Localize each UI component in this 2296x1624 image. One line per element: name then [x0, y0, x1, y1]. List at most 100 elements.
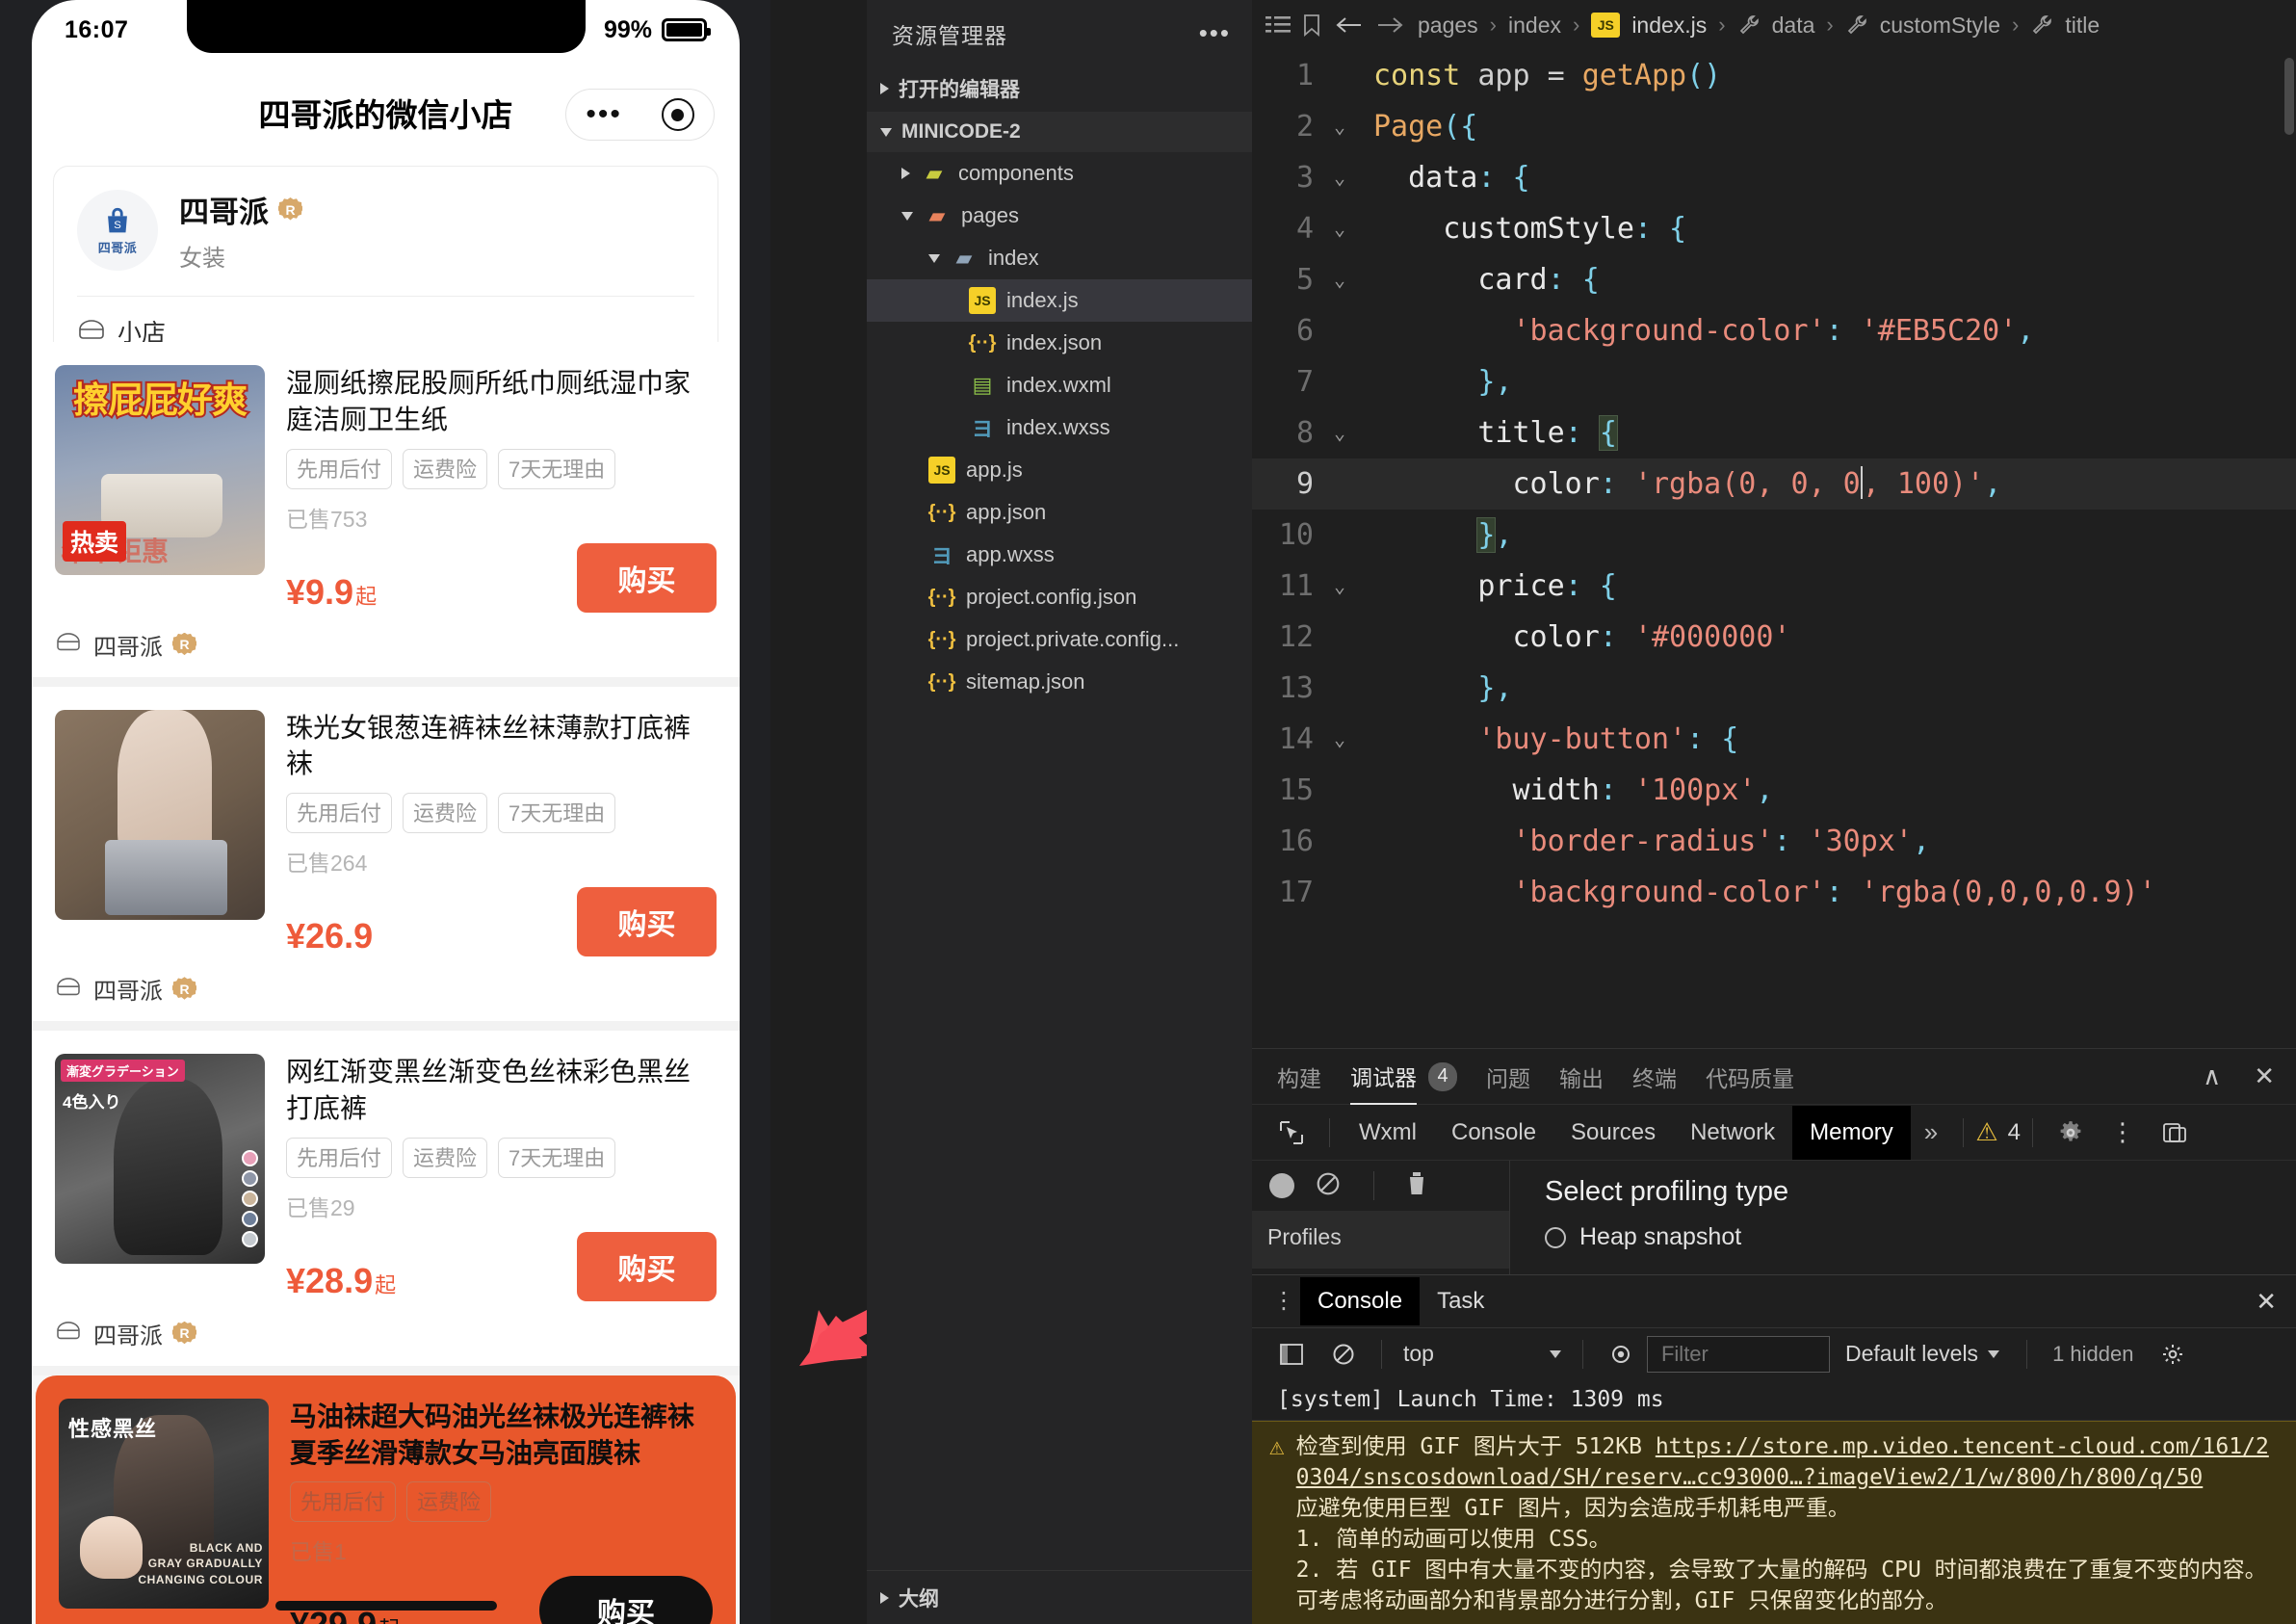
sidebar-icon[interactable]: [1265, 1343, 1318, 1365]
shop-card[interactable]: S 四哥派 四哥派 R 女装 小店: [53, 166, 718, 369]
code-line[interactable]: 4 ⌄ customStyle: {: [1252, 203, 2296, 254]
fold-toggle-icon[interactable]: [1321, 816, 1358, 867]
no-entry-icon[interactable]: [1316, 1171, 1341, 1201]
devtools-tab-memory[interactable]: Memory: [1792, 1105, 1911, 1160]
warning-indicator[interactable]: ⚠ 4: [1975, 1117, 2021, 1147]
code-line[interactable]: 8 ⌄ title: {: [1252, 407, 2296, 458]
trash-icon[interactable]: [1407, 1171, 1426, 1201]
log-levels-selector[interactable]: Default levels: [1830, 1341, 2015, 1367]
product-list[interactable]: 擦屁屁好爽 年中钜惠 热卖 湿厕纸擦屁股厕所纸巾厕纸湿巾家庭洁厕卫生纸 先用后付…: [32, 342, 740, 1624]
code-line[interactable]: 12 color: '#000000': [1252, 612, 2296, 663]
product-card-highlighted[interactable]: 性感黑丝 BLACK AND GRAY GRADUALLY CHANGING COL…: [36, 1375, 736, 1624]
dock-icon[interactable]: [2149, 1121, 2201, 1144]
tree-item-project-private-config[interactable]: {··} project.private.config...: [867, 618, 1252, 661]
fold-toggle-icon[interactable]: [1321, 305, 1358, 356]
fold-toggle-icon[interactable]: [1321, 50, 1358, 101]
tab-problems[interactable]: 问题: [1486, 1049, 1530, 1105]
tree-item-index-wxml[interactable]: ▤ index.wxml: [867, 364, 1252, 406]
arrow-right-icon[interactable]: [1375, 13, 1406, 37]
product-thumbnail[interactable]: 漸変グラデーション 4色入り: [55, 1054, 265, 1265]
devtools-tab-network[interactable]: Network: [1673, 1113, 1792, 1152]
fold-toggle-icon[interactable]: ⌄: [1321, 714, 1358, 765]
buy-button[interactable]: 购买: [577, 542, 717, 613]
fold-toggle-icon[interactable]: ⌄: [1321, 407, 1358, 458]
breadcrumb[interactable]: pages › index › JS index.js › data › cus…: [1252, 0, 2296, 50]
code-line[interactable]: 17 'background-color': 'rgba(0,0,0,0.9)': [1252, 867, 2296, 918]
fold-toggle-icon[interactable]: ⌄: [1321, 561, 1358, 612]
gear-icon[interactable]: [2147, 1343, 2199, 1366]
breadcrumb-data[interactable]: data: [1772, 13, 1815, 39]
product-title[interactable]: 珠光女银葱连裤袜丝袜薄款打底裤袜: [286, 710, 717, 783]
code-editor[interactable]: pages › index › JS index.js › data › cus…: [1252, 0, 2296, 1048]
gear-icon[interactable]: [2045, 1120, 2097, 1145]
fold-toggle-icon[interactable]: [1321, 612, 1358, 663]
devtools-tab-console[interactable]: Console: [1434, 1113, 1553, 1152]
fold-toggle-icon[interactable]: ⌄: [1321, 254, 1358, 305]
tab-build[interactable]: 构建: [1277, 1049, 1321, 1105]
product-title[interactable]: 湿厕纸擦屁股厕所纸巾厕纸湿巾家庭洁厕卫生纸: [286, 365, 717, 438]
fold-toggle-icon[interactable]: ⌄: [1321, 152, 1358, 203]
code-line[interactable]: 10 },: [1252, 510, 2296, 561]
code-content[interactable]: 1 const app = getApp() 2 ⌄ Page({3 ⌄ data: {4…: [1252, 50, 2296, 1048]
fold-toggle-icon[interactable]: ⌄: [1321, 101, 1358, 152]
console-messages[interactable]: [system] Launch Time: 1309 ms ⚠ 检查到使用 GI…: [1252, 1379, 2296, 1624]
code-line[interactable]: 9 color: 'rgba(0, 0, 0, 100)',: [1252, 458, 2296, 510]
product-shop-name[interactable]: 四哥派: [93, 972, 163, 1006]
code-line[interactable]: 1 const app = getApp(): [1252, 50, 2296, 101]
list-icon[interactable]: [1265, 14, 1291, 36]
outline-section[interactable]: 大纲: [867, 1570, 1252, 1624]
tree-item-app-json[interactable]: {··} app.json: [867, 491, 1252, 534]
open-editors-section[interactable]: 打开的编辑器: [867, 65, 1252, 112]
product-card[interactable]: 擦屁屁好爽 年中钜惠 热卖 湿厕纸擦屁股厕所纸巾厕纸湿巾家庭洁厕卫生纸 先用后付…: [32, 342, 740, 677]
profiles-label[interactable]: Profiles: [1252, 1211, 1509, 1269]
fold-toggle-icon[interactable]: ⌄: [1321, 203, 1358, 254]
tree-item-index-json[interactable]: {··} index.json: [867, 322, 1252, 364]
breadcrumb-index[interactable]: index: [1508, 13, 1561, 39]
close-icon[interactable]: ✕: [2256, 1287, 2277, 1317]
profiler-toolbar[interactable]: [1252, 1161, 1509, 1211]
fold-toggle-icon[interactable]: [1321, 663, 1358, 714]
chevron-up-icon[interactable]: ∧: [2203, 1061, 2221, 1091]
tree-item-app-js[interactable]: JS app.js: [867, 449, 1252, 491]
buy-button[interactable]: 购买: [577, 1231, 717, 1301]
more-tabs-icon[interactable]: »: [1911, 1117, 1951, 1147]
no-entry-icon[interactable]: [1318, 1343, 1370, 1366]
code-line[interactable]: 5 ⌄ card: {: [1252, 254, 2296, 305]
code-line[interactable]: 15 width: '100px',: [1252, 765, 2296, 816]
file-tree[interactable]: ▰ components ▰ pages ▰ index JS index.js…: [867, 152, 1252, 703]
fold-toggle-icon[interactable]: [1321, 765, 1358, 816]
product-shop-name[interactable]: 四哥派: [93, 1317, 163, 1350]
buy-button[interactable]: 购买: [577, 887, 717, 957]
devtools-toolbar[interactable]: Wxml Console Sources Network Memory » ⚠ …: [1252, 1105, 2296, 1161]
close-icon[interactable]: ✕: [2254, 1061, 2275, 1091]
tree-item-index-js[interactable]: JS index.js: [867, 279, 1252, 322]
console-drawer-tabs[interactable]: ⋮ Console Task ✕: [1252, 1275, 2296, 1327]
product-shop-footer[interactable]: 四哥派 R: [32, 1311, 740, 1366]
capsule-button[interactable]: •••: [565, 89, 715, 141]
product-card[interactable]: 珠光女银葱连裤袜丝袜薄款打底裤袜 先用后付 运费险 7天无理由 已售264 ¥2…: [32, 686, 740, 1022]
code-line[interactable]: 6 'background-color': '#EB5C20',: [1252, 305, 2296, 356]
code-line[interactable]: 3 ⌄ data: {: [1252, 152, 2296, 203]
inspect-cursor-icon[interactable]: [1265, 1120, 1318, 1145]
code-line[interactable]: 7 },: [1252, 356, 2296, 407]
product-thumbnail[interactable]: 性感黑丝 BLACK AND GRAY GRADUALLY CHANGING COL…: [59, 1398, 269, 1609]
product-shop-footer[interactable]: 四哥派 R: [32, 622, 740, 677]
product-thumbnail[interactable]: 擦屁屁好爽 年中钜惠 热卖: [55, 365, 265, 575]
tree-item-index-wxss[interactable]: ヨ index.wxss: [867, 406, 1252, 449]
product-shop-footer[interactable]: 四哥派 R: [32, 966, 740, 1021]
breadcrumb-index-js[interactable]: index.js: [1631, 13, 1707, 39]
tree-item-project-config[interactable]: {··} project.config.json: [867, 576, 1252, 618]
arrow-left-icon[interactable]: [1333, 13, 1364, 37]
target-icon[interactable]: [661, 98, 694, 131]
buy-button[interactable]: 购买: [539, 1576, 713, 1624]
heap-snapshot-option[interactable]: Heap snapshot: [1545, 1223, 2296, 1251]
breadcrumb-pages[interactable]: pages: [1418, 13, 1478, 39]
code-line[interactable]: 13 },: [1252, 663, 2296, 714]
product-shop-name[interactable]: 四哥派: [93, 628, 163, 662]
tab-debugger[interactable]: 调试器: [1350, 1049, 1417, 1105]
editor-scrollbar[interactable]: [2284, 58, 2294, 135]
product-title[interactable]: 网红渐变黑丝渐变色丝袜彩色黑丝打底裤: [286, 1054, 717, 1127]
kebab-icon[interactable]: ⋮: [1267, 1290, 1300, 1313]
tree-item-index-folder[interactable]: ▰ index: [867, 237, 1252, 279]
product-thumbnail[interactable]: [55, 709, 265, 920]
